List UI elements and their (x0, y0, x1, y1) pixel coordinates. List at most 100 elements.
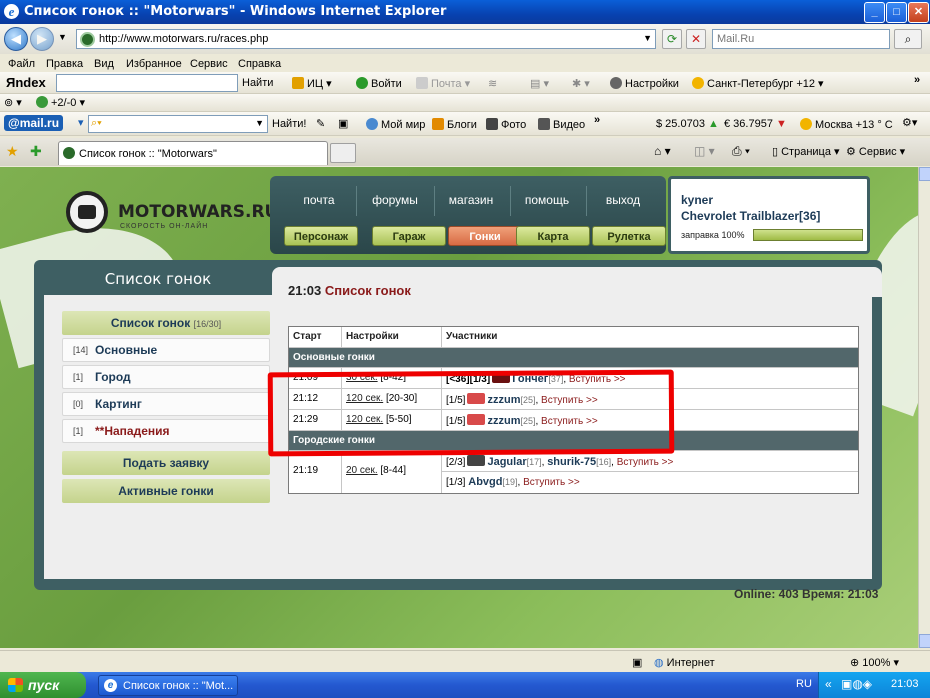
yandex-search-input[interactable] (56, 74, 238, 92)
tray-icons[interactable]: ▣◍◈ (841, 677, 872, 691)
nav-forums[interactable]: форумы (362, 193, 428, 207)
left-menu-submit-request[interactable]: Подать заявку (62, 451, 270, 475)
rss-icon[interactable]: ◫ ▾ (694, 144, 715, 158)
site-logo[interactable]: MOTORWARS.RU СКОРОСТЬ ОН-ЛАЙН (60, 185, 278, 245)
counter-menu-icon[interactable]: ⊚ ▾ (4, 96, 22, 109)
join-race-link[interactable]: Вступить >> (523, 477, 580, 488)
menu-help[interactable]: Справка (238, 58, 281, 70)
mailru-overflow-icon[interactable]: » (594, 114, 600, 126)
search-input[interactable]: Mail.Ru (712, 29, 890, 49)
mailru-dropdown-icon[interactable]: ▼ (255, 118, 264, 128)
vertical-scrollbar[interactable] (918, 167, 930, 648)
yandex-find-button[interactable]: Найти (242, 77, 273, 89)
mailru-blogs-link[interactable]: Блоги (447, 119, 477, 131)
zoom-control[interactable]: ⊕ 100% ▾ (850, 656, 899, 669)
subnav-roulette[interactable]: Рулетка (592, 226, 666, 246)
page-menu-button[interactable]: Страница (781, 146, 831, 158)
tab-races[interactable]: Список гонок :: "Motorwars" (58, 141, 328, 165)
yandex-ic-button[interactable]: ИЦ (307, 78, 323, 90)
minimize-button[interactable]: _ (864, 2, 885, 23)
yandex-settings-button[interactable]: Настройки (625, 78, 679, 90)
mailru-menu-icon[interactable]: ▾ (78, 116, 84, 129)
maximize-button[interactable]: □ (886, 2, 907, 23)
nav-exit[interactable]: выход (590, 193, 656, 207)
print-icon[interactable]: ⎙ ▾ (732, 144, 750, 159)
left-menu-active-races[interactable]: Активные гонки (62, 479, 270, 503)
left-menu-attacks[interactable]: [1] **Нападения (62, 419, 270, 443)
window-title-bar[interactable]: e Список гонок :: "Motorwars" - Windows … (0, 0, 930, 24)
join-race-link[interactable]: Вступить >> (617, 457, 674, 468)
nav-shop[interactable]: магазин (438, 193, 504, 207)
participant-nick[interactable]: Гончег (512, 373, 548, 385)
eur-rate[interactable]: € 36.7957 ▼ (724, 118, 787, 130)
mailru-search-input[interactable]: ⌕▾ ▼ (88, 115, 268, 133)
add-favorites-icon[interactable]: ✚ (30, 143, 42, 160)
address-dropdown-icon[interactable]: ▼ (643, 33, 652, 43)
race-interval-link[interactable]: 20 сек. (346, 465, 378, 476)
yandex-logo[interactable]: Яndex (6, 75, 46, 90)
tool-icon-3[interactable]: ✱ ▾ (572, 77, 590, 90)
left-menu-city[interactable]: [1] Город (62, 365, 270, 389)
search-icon[interactable]: ⌕ (894, 29, 922, 49)
participant-nick[interactable]: shurik-75 (547, 456, 596, 468)
subnav-races[interactable]: Гонки (448, 226, 522, 246)
race-interval-link[interactable]: 120 сек. (346, 393, 383, 404)
yandex-login-button[interactable]: Войти (371, 78, 402, 90)
menu-edit[interactable]: Правка (46, 58, 83, 70)
tool-icon-1[interactable]: ≋ (488, 77, 497, 90)
taskbar-item-ie[interactable]: e Список гонок :: "Mot... (98, 675, 238, 696)
race-interval-link[interactable]: 30 сек. (346, 372, 378, 383)
tray-expand-icon[interactable]: « (825, 677, 832, 691)
yandex-weather[interactable]: Санкт-Петербург +12 (707, 78, 815, 90)
left-menu-karting[interactable]: [0] Картинг (62, 392, 270, 416)
yandex-mail-button[interactable]: Почта (431, 78, 462, 90)
forward-button[interactable]: ▶ (30, 27, 54, 51)
scroll-down-arrow[interactable] (919, 634, 930, 648)
join-race-link[interactable]: Вступить >> (541, 416, 598, 427)
back-button[interactable]: ◀ (4, 27, 28, 51)
menu-tools[interactable]: Сервис (190, 58, 228, 70)
user-name[interactable]: kyner (681, 193, 713, 207)
participant-nick[interactable]: zzzum (487, 415, 520, 427)
start-button[interactable]: пуск (0, 672, 86, 698)
print-preview-icon[interactable]: ▣ (338, 117, 348, 130)
home-icon[interactable]: ⌂ ▾ (654, 144, 671, 158)
participant-nick[interactable]: Jagular (487, 456, 526, 468)
mailru-weather[interactable]: Москва +13 ° С (815, 119, 893, 131)
menu-file[interactable]: Файл (8, 58, 35, 70)
menu-view[interactable]: Вид (94, 58, 114, 70)
mailru-photo-link[interactable]: Фото (501, 119, 526, 131)
tools-icon[interactable]: ⚙▾ (902, 116, 917, 129)
tool-icon-2[interactable]: ▤ ▾ (530, 77, 549, 90)
service-menu-button[interactable]: Сервис (859, 146, 897, 158)
participant-nick[interactable]: Abvgd (468, 476, 502, 488)
pencil-icon[interactable]: ✎ (316, 117, 325, 130)
favorites-star-icon[interactable]: ★ (6, 143, 19, 160)
mailru-video-link[interactable]: Видео (553, 119, 585, 131)
clock[interactable]: 21:03 (891, 678, 919, 690)
scroll-up-arrow[interactable] (919, 167, 930, 181)
address-bar[interactable]: http://www.motorwars.ru/races.php ▼ (76, 29, 656, 49)
join-race-link[interactable]: Вступить >> (541, 395, 598, 406)
mailru-logo[interactable]: @mail.ru (4, 115, 64, 131)
mailru-myworld-link[interactable]: Мой мир (381, 119, 425, 131)
nav-mail[interactable]: почта (286, 193, 352, 207)
refresh-icon[interactable]: ⟳ (662, 29, 682, 49)
user-car[interactable]: Chevrolet Trailblazer[36] (681, 209, 820, 223)
mailru-find-button[interactable]: Найти! (272, 118, 306, 130)
join-race-link[interactable]: Вступить >> (569, 374, 626, 385)
race-interval-link[interactable]: 120 сек. (346, 414, 383, 425)
nav-help[interactable]: помощь (514, 193, 580, 207)
close-button[interactable]: ✕ (908, 2, 929, 23)
history-dropdown-icon[interactable]: ▼ (58, 32, 67, 42)
new-tab-button[interactable] (330, 143, 356, 163)
language-indicator[interactable]: RU (796, 678, 812, 690)
subnav-character[interactable]: Персонаж (284, 226, 358, 246)
participant-nick[interactable]: zzzum (487, 394, 520, 406)
toolbar-overflow-icon[interactable]: » (914, 74, 920, 86)
menu-favorites[interactable]: Избранное (126, 58, 182, 70)
left-menu-main[interactable]: [14] Основные (62, 338, 270, 362)
usd-rate[interactable]: $ 25.0703 ▲ (656, 118, 719, 130)
subnav-map[interactable]: Карта (516, 226, 590, 246)
stop-icon[interactable]: ✕ (686, 29, 706, 49)
